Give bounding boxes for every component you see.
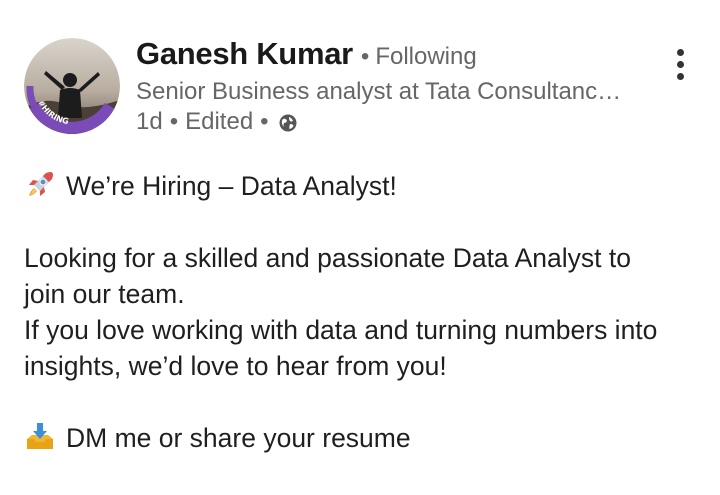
menu-dot (676, 60, 684, 68)
post-text-line: insights, we’d love to hear from you! (24, 351, 447, 381)
name-separator: • (360, 43, 370, 70)
meta-separator: • (260, 108, 269, 135)
menu-dot (676, 48, 684, 56)
post-cta: DM me or share your resume (66, 423, 411, 453)
menu-dot (676, 72, 684, 80)
inbox-tray-icon (24, 421, 56, 453)
meta-separator: • (169, 108, 179, 135)
author-name-row: Ganesh Kumar • Following (136, 36, 656, 72)
post-meta: 1d • Edited • (136, 108, 656, 136)
post-card: #HIRING Ganesh Kumar • Following Senior … (0, 0, 720, 495)
post-cta-line: DM me or share your resume (24, 420, 704, 456)
edited-label: Edited (185, 108, 254, 135)
post-text-line: join our team. (24, 279, 185, 309)
author-avatar[interactable]: #HIRING (24, 38, 120, 134)
more-vertical-icon[interactable] (664, 44, 696, 84)
author-headline: Senior Business analyst at Tata Consulta… (136, 78, 626, 105)
post-title: We’re Hiring – Data Analyst! (66, 171, 397, 201)
globe-icon (278, 112, 298, 132)
post-text-line: Looking for a skilled and passionate Dat… (24, 243, 631, 273)
author-info: Ganesh Kumar • Following Senior Business… (136, 36, 656, 136)
post-title-line: We’re Hiring – Data Analyst! (24, 168, 704, 204)
follow-status: Following (375, 43, 477, 70)
rocket-icon (24, 169, 56, 201)
post-time: 1d (136, 108, 163, 135)
post-text-line: If you love working with data and turnin… (24, 315, 658, 345)
author-name[interactable]: Ganesh Kumar (136, 36, 353, 72)
post-body: We’re Hiring – Data Analyst! Looking for… (24, 168, 704, 456)
